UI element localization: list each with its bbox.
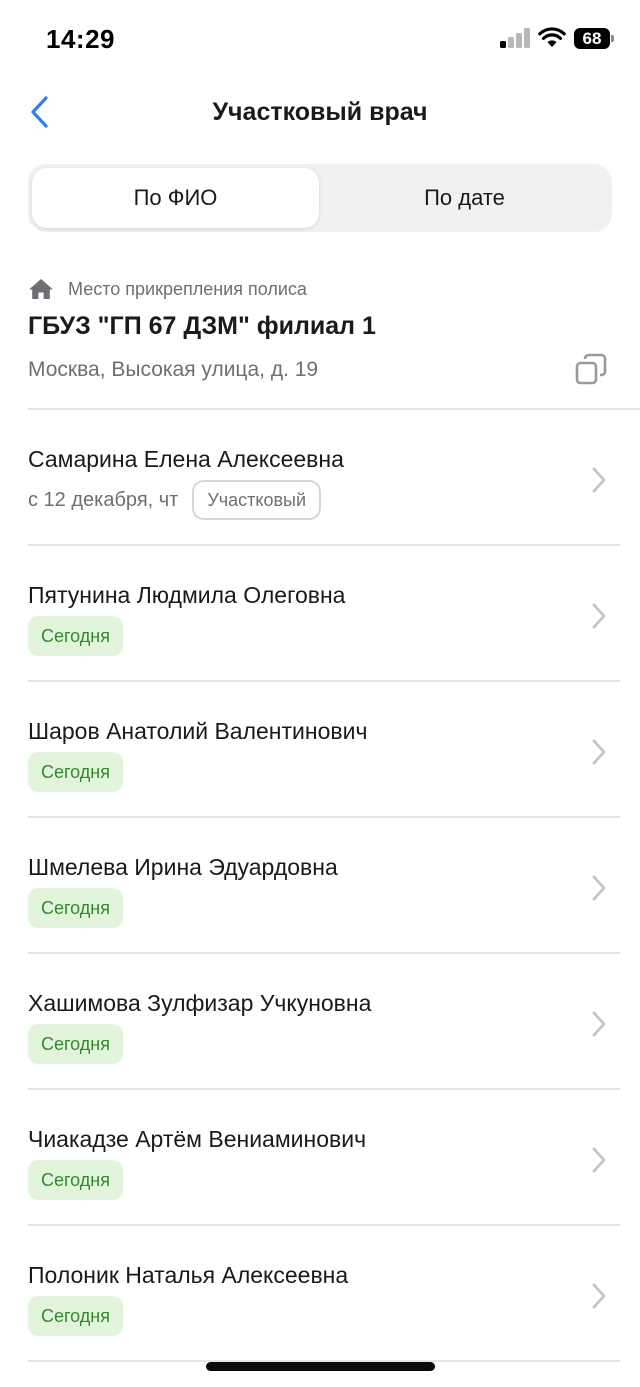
doctor-list-item[interactable]: Самарина Елена Алексеевна с 12 декабря, …: [0, 410, 640, 546]
doctor-list-item[interactable]: Чиакадзе Артём Вениаминович Сегодня: [0, 1090, 640, 1226]
chevron-right-icon: [592, 467, 606, 493]
status-badge: Сегодня: [28, 1160, 123, 1200]
doctor-list-item[interactable]: Полоник Наталья Алексеевна Сегодня: [0, 1226, 640, 1362]
doctor-start-date: с 12 декабря, чт: [28, 488, 179, 511]
copy-icon[interactable]: [574, 352, 608, 386]
doctor-meta: Сегодня: [28, 752, 123, 792]
doctor-name: Пятунина Людмила Олеговна: [28, 582, 346, 608]
cellular-signal-icon: [500, 28, 532, 48]
policy-label: Место прикрепления полиса: [68, 278, 307, 299]
chevron-right-icon: [592, 739, 606, 765]
doctor-name: Полоник Наталья Алексеевна: [28, 1262, 349, 1288]
status-bar: 14:29 68: [0, 0, 640, 80]
home-indicator: [206, 1362, 435, 1371]
segmented-control: По ФИО По дате: [28, 164, 612, 232]
chevron-right-icon: [592, 603, 606, 629]
status-badge: Сегодня: [28, 752, 123, 792]
home-icon: [29, 279, 53, 299]
doctor-name: Самарина Елена Алексеевна: [28, 446, 344, 472]
chevron-right-icon: [592, 1011, 606, 1037]
doctor-meta: с 12 декабря, чт Участковый: [28, 480, 322, 520]
doctor-meta: Сегодня: [28, 888, 123, 928]
wifi-icon: [538, 27, 566, 47]
chevron-right-icon: [592, 875, 606, 901]
doctor-name: Хашимова Зулфизар Учкуновна: [28, 990, 372, 1016]
status-time: 14:29: [46, 24, 115, 54]
chevron-right-icon: [592, 1147, 606, 1173]
policy-label-row: Место прикрепления полиса: [28, 276, 307, 302]
chevron-right-icon: [592, 1283, 606, 1309]
district-badge: Участковый: [192, 480, 322, 520]
tab-by-name[interactable]: По ФИО: [32, 168, 319, 228]
doctor-meta: Сегодня: [28, 1024, 123, 1064]
doctor-meta: Сегодня: [28, 1296, 123, 1336]
screen: 14:29 68 Участковый врач По ФИО По дате: [0, 0, 640, 1387]
battery-icon: 68: [574, 28, 614, 49]
doctor-list: Самарина Елена Алексеевна с 12 декабря, …: [0, 410, 640, 1362]
clinic-address: Москва, Высокая улица, д. 19: [28, 358, 319, 381]
doctor-meta: Сегодня: [28, 616, 123, 656]
doctor-name: Шмелева Ирина Эдуардовна: [28, 854, 338, 880]
clinic-name: ГБУЗ "ГП 67 ДЗМ" филиал 1: [28, 312, 376, 340]
nav-header: Участковый врач: [0, 80, 640, 150]
status-badge: Сегодня: [28, 888, 123, 928]
status-badge: Сегодня: [28, 616, 123, 656]
status-badge: Сегодня: [28, 1296, 123, 1336]
doctor-list-item[interactable]: Шмелева Ирина Эдуардовна Сегодня: [0, 818, 640, 954]
status-badge: Сегодня: [28, 1024, 123, 1064]
doctor-name: Чиакадзе Артём Вениаминович: [28, 1126, 367, 1152]
tab-by-date[interactable]: По дате: [321, 168, 608, 228]
doctor-list-item[interactable]: Пятунина Людмила Олеговна Сегодня: [0, 546, 640, 682]
page-title: Участковый врач: [212, 98, 428, 126]
doctor-list-item[interactable]: Хашимова Зулфизар Учкуновна Сегодня: [0, 954, 640, 1090]
doctor-list-item[interactable]: Шаров Анатолий Валентинович Сегодня: [0, 682, 640, 818]
doctor-name: Шаров Анатолий Валентинович: [28, 718, 368, 744]
doctor-meta: Сегодня: [28, 1160, 123, 1200]
